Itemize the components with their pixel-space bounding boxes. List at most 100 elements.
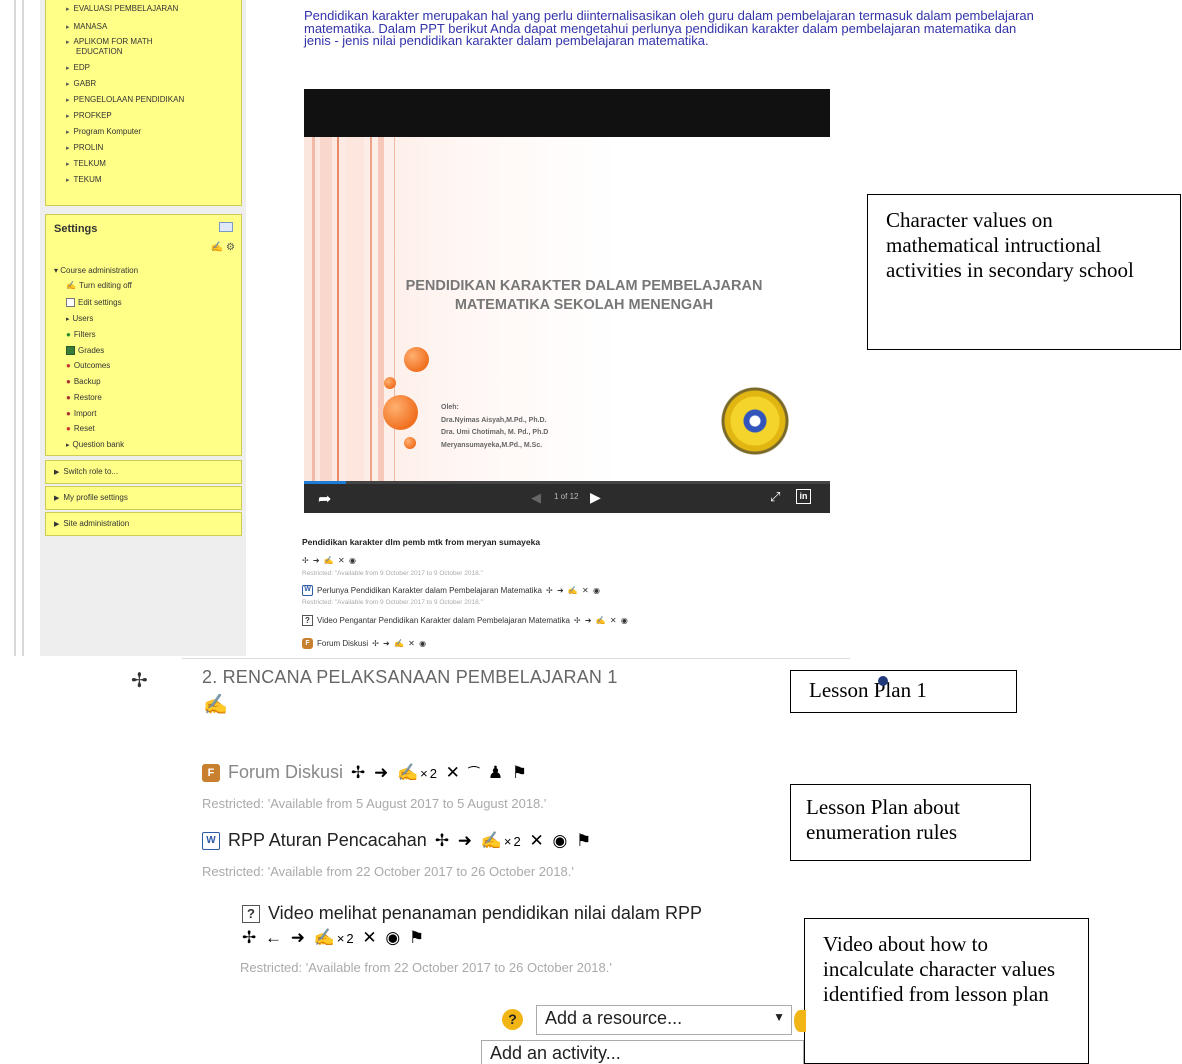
- grades-icon: [66, 346, 75, 355]
- admin-item-edit-settings[interactable]: Edit settings: [66, 298, 122, 307]
- slideshow-viewer[interactable]: PENDIDIKAN KARAKTER DALAM PEMBELAJARAN M…: [304, 89, 830, 513]
- add-resource-select[interactable]: Add a resource... ▼: [536, 1005, 792, 1035]
- edit-icons[interactable]: ✢ ➜ ✍×2 ✕ ⁀ ♟ ⚑: [351, 763, 529, 783]
- course-list-block: ▸ EVALUASI PEMBELAJARAN ▸ MANASA ▸ APLIKOM …: [45, 0, 242, 206]
- slide-stripe: [312, 137, 315, 483]
- slide-title: PENDIDIKAN KARAKTER DALAM PEMBELAJARAN M…: [405, 278, 763, 313]
- progress-track[interactable]: [304, 481, 830, 484]
- next-icon[interactable]: ▶: [590, 489, 601, 506]
- forum-link-row[interactable]: F Forum Diskusi ✢ ➜ ✍ ✕ ◉: [302, 638, 427, 649]
- page-border: [22, 0, 24, 656]
- forum-icon: F: [302, 638, 313, 649]
- course-admin-toggle[interactable]: ▾ Course administration: [54, 266, 138, 275]
- section-title: 2. RENCANA PELAKSANAAN PEMBELAJARAN 1: [202, 667, 618, 687]
- slide-stripe: [346, 137, 364, 483]
- course-link[interactable]: ▸ MANASA: [66, 22, 107, 32]
- filter-icon: ●: [66, 330, 71, 339]
- cropped-icon: [878, 676, 888, 686]
- page-border: [14, 0, 16, 656]
- slide-bubble: [404, 347, 429, 372]
- course-link[interactable]: ▸ TEKUM: [66, 175, 102, 185]
- edit-icons[interactable]: ✢ ➜ ✍×2 ✕ ◉ ⚑: [435, 831, 593, 851]
- edit-icons[interactable]: ✢ ➜ ✍ ✕ ◉: [372, 639, 427, 648]
- edit-icons[interactable]: ✢ ➜ ✍ ✕ ◉: [302, 556, 357, 565]
- course-link[interactable]: ▸ Program Komputer: [66, 127, 141, 137]
- triangle-icon: ▶: [54, 521, 60, 528]
- callout-lesson-plan: Lesson Plan 1: [790, 670, 1017, 713]
- chevron-down-icon: ▼: [773, 1010, 785, 1024]
- course-link[interactable]: ▸ PENGELOLAAN PENDIDIKAN: [66, 95, 184, 105]
- activity-name[interactable]: Forum Diskusi: [228, 762, 343, 783]
- slide-stripe: [378, 137, 384, 483]
- previous-icon[interactable]: ◀: [531, 490, 541, 506]
- slideshow-caption[interactable]: Pendidikan karakter dlm pemb mtk from me…: [302, 537, 540, 547]
- settings-icon: [66, 298, 75, 307]
- admin-item-import[interactable]: ● Import: [66, 409, 97, 418]
- course-link[interactable]: ▸ TELKUM: [66, 159, 106, 169]
- restricted-note: Restricted: 'Available from 22 October 2…: [240, 960, 612, 975]
- slide-stripe: [320, 137, 332, 483]
- word-file-icon: W: [202, 831, 220, 850]
- course-link[interactable]: EDUCATION: [76, 47, 123, 56]
- course-link[interactable]: ▸ APLIKOM FOR MATH: [66, 37, 152, 47]
- slide-stripe: [370, 137, 372, 483]
- callout-character-values: Character values on mathematical intruct…: [867, 194, 1181, 350]
- share-icon[interactable]: ➦: [318, 489, 331, 509]
- triangle-icon: ▸: [66, 441, 70, 449]
- slide-bubble: [384, 377, 396, 389]
- admin-item-reset[interactable]: ● Reset: [66, 424, 95, 433]
- admin-item-question-bank[interactable]: ▸ Question bank: [66, 440, 124, 449]
- course-link[interactable]: ▸ PROLIN: [66, 143, 103, 153]
- import-icon: ●: [66, 409, 71, 418]
- admin-item-outcomes[interactable]: ● Outcomes: [66, 361, 110, 370]
- divider: [182, 658, 850, 659]
- course-link[interactable]: ▸ EVALUASI PEMBELAJARAN: [66, 4, 178, 14]
- profile-settings-link[interactable]: ▶ My profile settings: [45, 486, 242, 510]
- edit-icons[interactable]: ✢ ➜ ✍ ✕ ◉: [546, 586, 601, 595]
- slide: PENDIDIKAN KARAKTER DALAM PEMBELAJARAN M…: [304, 137, 830, 483]
- admin-item-turn-editing-off[interactable]: ✍ Turn editing off: [66, 281, 132, 290]
- page-icon: ?: [242, 904, 260, 923]
- dock-icon[interactable]: [219, 222, 233, 232]
- edit-icons[interactable]: ✢ ➜ ✍ ✕ ◉: [574, 616, 629, 625]
- outcomes-icon: ●: [66, 361, 71, 370]
- intro-text: Pendidikan karakter merupakan hal yang p…: [304, 8, 1034, 48]
- switch-role-link[interactable]: ▶ Switch role to...: [45, 460, 242, 484]
- edit-icon[interactable]: ✍: [203, 692, 228, 717]
- course-link[interactable]: ▸ GABR: [66, 79, 96, 89]
- help-icon[interactable]: [794, 1010, 806, 1032]
- restricted-note: Restricted: "Available from 9 October 20…: [302, 570, 483, 577]
- video-edit-row[interactable]: ✢ ← ➜ ✍×2 ✕ ◉ ⚑: [242, 928, 426, 948]
- triangle-icon: ▶: [54, 495, 60, 502]
- add-activity-select[interactable]: Add an activity...: [481, 1040, 804, 1064]
- activity-forum[interactable]: F Forum Diskusi ✢ ➜ ✍×2 ✕ ⁀ ♟ ⚑: [202, 762, 529, 783]
- admin-item-filters[interactable]: ● Filters: [66, 330, 96, 339]
- activity-name[interactable]: Video melihat penanaman pendidikan nilai…: [268, 903, 702, 924]
- triangle-icon: ▶: [54, 469, 60, 476]
- admin-item-restore[interactable]: ● Restore: [66, 393, 102, 402]
- course-link[interactable]: ▸ PROFKEP: [66, 111, 112, 121]
- course-link[interactable]: ▸ EDP: [66, 63, 90, 73]
- edit-icon: ✍: [66, 281, 76, 290]
- site-admin-link[interactable]: ▶ Site administration: [45, 512, 242, 536]
- block-tools-icon[interactable]: ✍ ⚙: [211, 242, 235, 253]
- admin-item-grades[interactable]: Grades: [66, 346, 104, 355]
- admin-item-backup[interactable]: ● Backup: [66, 377, 101, 386]
- edit-icons[interactable]: ✢ ← ➜ ✍×2 ✕ ◉ ⚑: [242, 928, 426, 948]
- video-link-row[interactable]: ? Video Pengantar Pendidikan Karakter dal…: [302, 615, 629, 626]
- restricted-note: Restricted: 'Available from 5 August 201…: [202, 796, 547, 811]
- activity-video[interactable]: ? Video melihat penanaman pendidikan nil…: [242, 903, 702, 924]
- linkedin-icon[interactable]: in: [796, 489, 811, 504]
- move-icon[interactable]: ✢: [131, 668, 148, 693]
- file-link-row[interactable]: W Perlunya Pendidikan Karakter dalam Pemb…: [302, 585, 601, 596]
- callout-video: Video about how to incalculate character…: [804, 918, 1089, 1064]
- triangle-icon: ▸: [66, 315, 70, 323]
- page-counter: 1 of 12: [554, 492, 579, 501]
- fullscreen-icon[interactable]: ⤢: [770, 489, 780, 505]
- edit-icons-row[interactable]: ✢ ➜ ✍ ✕ ◉: [302, 556, 357, 565]
- slide-bubble: [404, 437, 416, 449]
- admin-item-users[interactable]: ▸ Users: [66, 314, 93, 323]
- activity-name[interactable]: RPP Aturan Pencacahan: [228, 830, 427, 851]
- activity-rpp[interactable]: W RPP Aturan Pencacahan ✢ ➜ ✍×2 ✕ ◉ ⚑: [202, 830, 593, 851]
- help-icon[interactable]: ?: [502, 1009, 523, 1030]
